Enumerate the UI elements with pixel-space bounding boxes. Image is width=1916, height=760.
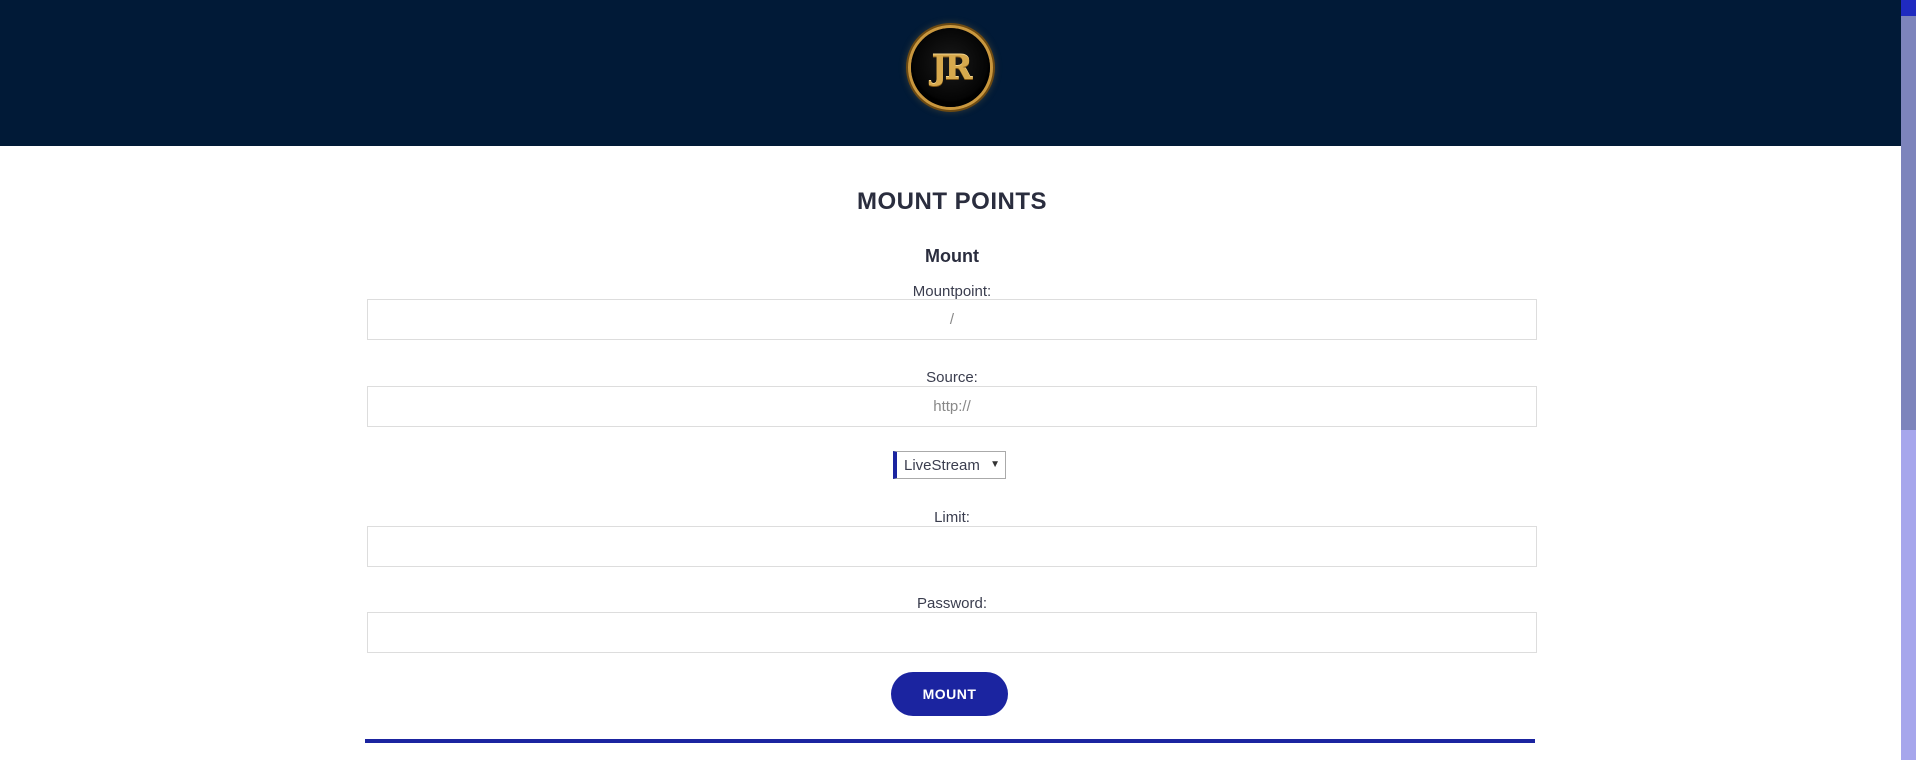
password-input[interactable] (367, 612, 1537, 653)
mountpoint-label: Mountpoint: (912, 283, 992, 300)
stream-type-select[interactable]: LiveStream ▼ (893, 451, 1006, 479)
section-divider (365, 739, 1535, 743)
section-title: Mount (925, 246, 979, 266)
mount-button[interactable]: MOUNT (891, 672, 1008, 716)
source-input[interactable] (367, 386, 1537, 427)
site-header: JR (0, 0, 1901, 146)
password-label: Password: (916, 595, 988, 612)
jr-logo[interactable]: JR (911, 28, 990, 107)
vertical-scrollbar[interactable] (1901, 0, 1916, 760)
mount-points-page: MOUNT POINTS Mount Mountpoint: Source: L… (365, 146, 1537, 760)
limit-label: Limit: (934, 509, 970, 526)
scrollbar-top-indicator (1901, 0, 1916, 16)
source-label: Source: (926, 369, 978, 386)
scrollbar-thumb[interactable] (1901, 0, 1916, 430)
chevron-down-icon: ▼ (990, 459, 1000, 470)
page-title: MOUNT POINTS (857, 188, 1047, 215)
limit-input[interactable] (367, 526, 1537, 567)
logo-text: JR (931, 47, 972, 88)
mountpoint-input[interactable] (367, 299, 1537, 340)
stream-type-selected: LiveStream (904, 456, 980, 474)
